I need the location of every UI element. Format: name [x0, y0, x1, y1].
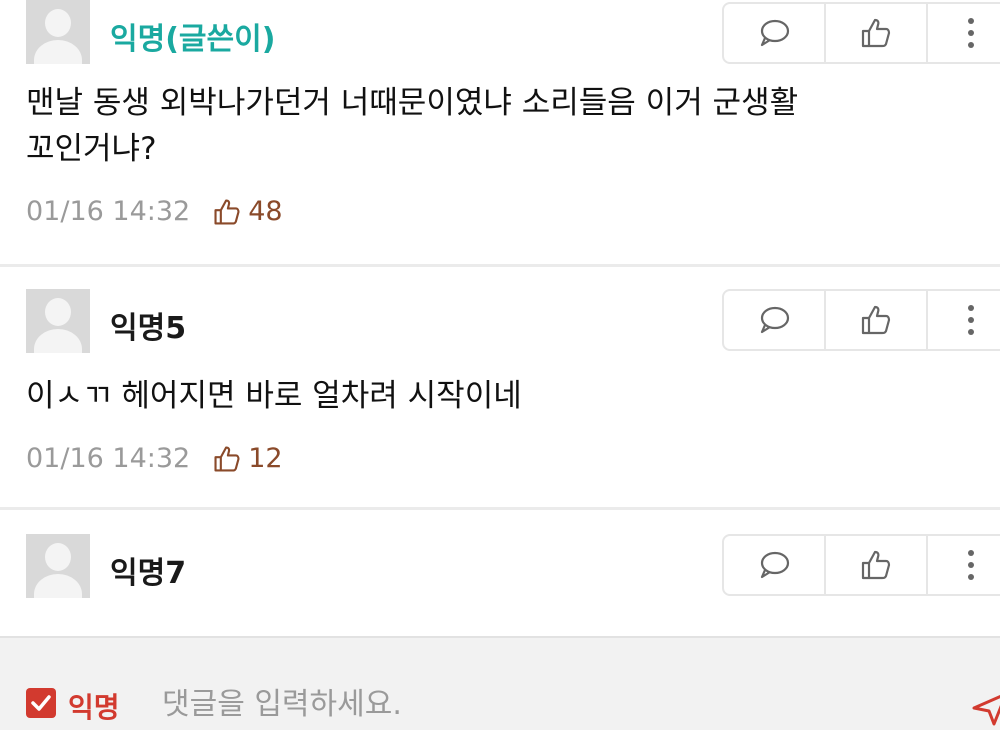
- comment-input-bar: 익명: [0, 636, 1000, 730]
- avatar[interactable]: [26, 289, 90, 353]
- send-icon: [972, 694, 1000, 726]
- reply-button[interactable]: [724, 291, 824, 349]
- avatar[interactable]: [26, 534, 90, 598]
- like-button[interactable]: [824, 536, 926, 594]
- comment-actions: [722, 2, 1000, 64]
- comment-time: 01/16 14:32: [26, 196, 191, 227]
- speech-bubble-icon: [760, 19, 790, 47]
- anonymous-label: 익명: [68, 691, 120, 724]
- comment-meta: 01/16 14:32 12: [26, 443, 283, 474]
- comment-time: 01/16 14:32: [26, 443, 191, 474]
- thumbs-up-icon: [861, 305, 891, 335]
- like-count[interactable]: 12: [212, 443, 283, 474]
- comment-text-line: 맨날 동생 외박나가던거 너때문이였냐 소리들음 이거 군생활: [26, 85, 799, 121]
- comment-item: 익명7: [0, 510, 1000, 636]
- vertical-dots-icon: [968, 550, 974, 580]
- avatar[interactable]: [26, 0, 90, 64]
- speech-bubble-icon: [760, 551, 790, 579]
- reply-button[interactable]: [724, 4, 824, 62]
- like-count-value: 48: [248, 196, 283, 227]
- comment-author: 익명5: [110, 311, 187, 346]
- like-button[interactable]: [824, 4, 926, 62]
- speech-bubble-icon: [760, 306, 790, 334]
- comment-author: 익명(글쓴이): [110, 22, 276, 57]
- thumbs-up-icon: [214, 198, 240, 225]
- vertical-dots-icon: [968, 18, 974, 48]
- comment-author: 익명7: [110, 556, 187, 591]
- more-button[interactable]: [926, 536, 1000, 594]
- comment-item-writer: 익명(글쓴이) 맨날 동생 외박나가던거 너때문이였냐 소리들음 이거 군생활 …: [0, 0, 1000, 264]
- reply-button[interactable]: [724, 536, 824, 594]
- comment-input[interactable]: [160, 680, 944, 728]
- like-button[interactable]: [824, 291, 926, 349]
- like-count[interactable]: 48: [212, 196, 283, 227]
- send-button[interactable]: [970, 688, 1000, 728]
- comment-actions: [722, 534, 1000, 596]
- comment-text-line: 꼬인거냐?: [26, 131, 157, 167]
- anonymous-checkbox[interactable]: [26, 688, 56, 718]
- more-button[interactable]: [926, 4, 1000, 62]
- comment-text: 맨날 동생 외박나가던거 너때문이였냐 소리들음 이거 군생활 꼬인거냐?: [26, 80, 966, 172]
- comment-text: 이ㅅㄲ 헤어지면 바로 얼차려 시작이네: [26, 373, 966, 419]
- thumbs-up-icon: [861, 18, 891, 48]
- more-button[interactable]: [926, 291, 1000, 349]
- checkmark-icon: [31, 695, 51, 711]
- vertical-dots-icon: [968, 305, 974, 335]
- comment-item: 익명5 이ㅅㄲ 헤어지면 바로 얼차려 시작이네 01/16 14:32 12: [0, 267, 1000, 507]
- comment-text-line: 이ㅅㄲ 헤어지면 바로 얼차려 시작이네: [26, 378, 522, 414]
- comment-actions: [722, 289, 1000, 351]
- like-count-value: 12: [248, 443, 283, 474]
- thumbs-up-icon: [214, 445, 240, 472]
- thumbs-up-icon: [861, 550, 891, 580]
- comment-meta: 01/16 14:32 48: [26, 196, 283, 227]
